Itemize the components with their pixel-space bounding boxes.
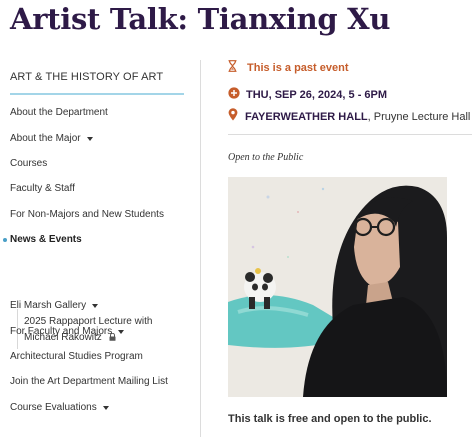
meta-divider (228, 134, 472, 135)
sidebar-item-about-department[interactable]: About the Department (10, 107, 108, 118)
event-location: FAYERWEATHER HALL, Pruyne Lecture Hall (245, 111, 470, 123)
chevron-down-icon[interactable] (102, 405, 109, 410)
event-description: This talk is free and open to the public… (228, 413, 432, 425)
chevron-down-icon[interactable] (86, 136, 93, 141)
sidebar-item-mailing-list[interactable]: Join the Art Department Mailing List (10, 376, 168, 387)
sidebar-item-non-majors[interactable]: For Non-Majors and New Students (10, 209, 164, 220)
sidebar-item-label: Join the Art Department Mailing List (10, 376, 168, 387)
sidebar-item-label: Faculty & Staff (10, 183, 75, 194)
sidebar-item-label: About the Major (10, 133, 81, 144)
past-event-notice: This is a past event (228, 59, 348, 77)
event-room: , Pruyne Lecture Hall (367, 111, 471, 123)
event-location-row: FAYERWEATHER HALL, Pruyne Lecture Hall (228, 108, 470, 126)
plus-circle-icon[interactable] (228, 86, 240, 104)
sidebar-item-label: About the Department (10, 107, 108, 118)
chevron-down-icon[interactable] (92, 303, 99, 308)
sidebar-nav: ART & THE HISTORY OF ART About the Depar… (0, 60, 200, 437)
event-date-row: THU, SEP 26, 2024, 5 - 6PM (228, 86, 387, 104)
sidebar-item-label: For Faculty and Majors (10, 326, 113, 337)
hourglass-icon (228, 59, 237, 77)
audience-label: Open to the Public (228, 152, 304, 163)
event-venue[interactable]: FAYERWEATHER HALL (245, 111, 368, 123)
sidebar-item-architectural-studies[interactable]: Architectural Studies Program (10, 351, 143, 362)
chevron-down-icon[interactable] (118, 329, 125, 334)
map-pin-icon (228, 108, 238, 126)
sidebar-item-news-events[interactable]: News & Events (10, 234, 82, 245)
sidebar-item-label: Architectural Studies Program (10, 351, 143, 362)
sidebar-item-label: Eli Marsh Gallery (10, 300, 87, 311)
sidebar-item-faculty-majors[interactable]: For Faculty and Majors (10, 326, 125, 337)
sidebar-item-label: Course Evaluations (10, 402, 97, 413)
sidebar-item-course-evaluations[interactable]: Course Evaluations (10, 402, 109, 413)
column-divider (200, 60, 201, 437)
sidebar-heading-rule (10, 93, 184, 95)
past-event-label: This is a past event (247, 62, 349, 74)
event-date: THU, SEP 26, 2024, 5 - 6PM (246, 89, 388, 101)
sidebar-item-label: News & Events (10, 234, 82, 245)
sidebar-heading[interactable]: ART & THE HISTORY OF ART (10, 71, 163, 83)
sidebar-item-eli-marsh-gallery[interactable]: Eli Marsh Gallery (10, 300, 99, 311)
sidebar-item-label: Courses (10, 158, 48, 169)
page-title: Artist Talk: Tianxing Xu (10, 2, 391, 36)
sidebar-item-label: For Non-Majors and New Students (10, 209, 164, 220)
sidebar-item-faculty-staff[interactable]: Faculty & Staff (10, 183, 75, 194)
active-item-dot (3, 238, 7, 242)
speaker-photo (228, 177, 447, 397)
sidebar-item-about-major[interactable]: About the Major (10, 133, 93, 144)
sidebar-item-courses[interactable]: Courses (10, 158, 47, 169)
